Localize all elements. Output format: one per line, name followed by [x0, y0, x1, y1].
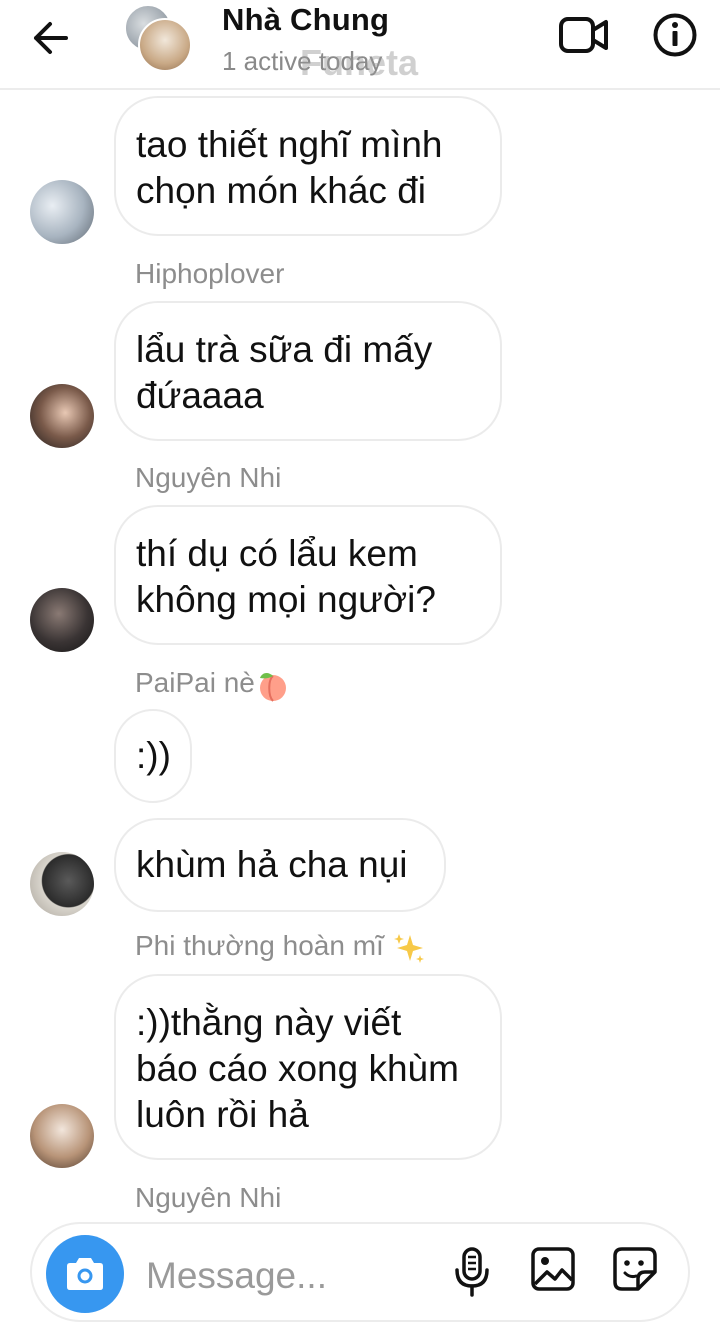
- message-bubble[interactable]: thí dụ có lẩu kem không mọi người?: [114, 505, 502, 645]
- message-bubble[interactable]: tao thiết nghĩ mình chọn món khác đi: [114, 96, 502, 236]
- message-text: chọn món khác đi: [136, 170, 427, 211]
- peach-emoji-icon: [259, 672, 286, 702]
- avatar: [138, 18, 192, 72]
- message-input[interactable]: [146, 1254, 426, 1298]
- info-icon[interactable]: [652, 12, 698, 58]
- message-composer: [30, 1222, 690, 1322]
- camera-icon: [67, 1258, 103, 1290]
- microphone-icon[interactable]: [452, 1246, 492, 1298]
- sender-name: PaiPai nè: [135, 667, 291, 702]
- sticker-icon[interactable]: [612, 1246, 658, 1292]
- message-bubble[interactable]: :)): [114, 709, 192, 803]
- sender-name-text: Phi thường hoàn mĩ: [135, 930, 384, 961]
- message-bubble[interactable]: khùm hả cha nụi: [114, 818, 446, 912]
- sparkles-emoji-icon: [393, 933, 424, 963]
- chat-header: Nhà Chung 1 active today Funeta: [0, 0, 720, 90]
- message-text: :))thằng này viết: [136, 1002, 402, 1043]
- message-text: luôn rồi hả: [136, 1094, 309, 1135]
- message-bubble[interactable]: :))thằng này viết báo cáo xong khùm luôn…: [114, 974, 502, 1160]
- avatar[interactable]: [30, 588, 94, 652]
- message-bubble[interactable]: lẩu trà sữa đi mấy đứaaaa: [114, 301, 502, 441]
- message-text: lẩu trà sữa đi mấy: [136, 329, 433, 370]
- avatar[interactable]: [30, 852, 94, 916]
- message-text: tao thiết nghĩ mình: [136, 124, 443, 165]
- sender-name: Nguyên Nhi: [135, 1182, 282, 1213]
- sender-name: Nguyên Nhi: [135, 462, 282, 493]
- group-avatar[interactable]: [124, 4, 192, 72]
- sender-name-text: PaiPai nè: [135, 667, 255, 698]
- sender-name: Phi thường hoàn mĩ: [135, 930, 426, 965]
- message-text: thí dụ có lẩu kem: [136, 533, 418, 574]
- chat-title[interactable]: Nhà Chung: [222, 2, 389, 38]
- watermark: Funeta: [300, 42, 419, 83]
- back-arrow-icon[interactable]: [28, 18, 72, 58]
- message-text: khùm hả cha nụi: [136, 844, 408, 885]
- message-text: đứaaaa: [136, 375, 264, 416]
- sender-name: Hiphoplover: [135, 258, 285, 289]
- message-text: báo cáo xong khùm: [136, 1048, 459, 1089]
- message-text: :)): [136, 735, 171, 776]
- video-call-icon[interactable]: [558, 14, 610, 56]
- avatar[interactable]: [30, 1104, 94, 1168]
- avatar[interactable]: [30, 384, 94, 448]
- message-text: không mọi người?: [136, 579, 436, 620]
- gallery-icon[interactable]: [530, 1246, 576, 1292]
- avatar[interactable]: [30, 180, 94, 244]
- camera-button[interactable]: [46, 1235, 124, 1313]
